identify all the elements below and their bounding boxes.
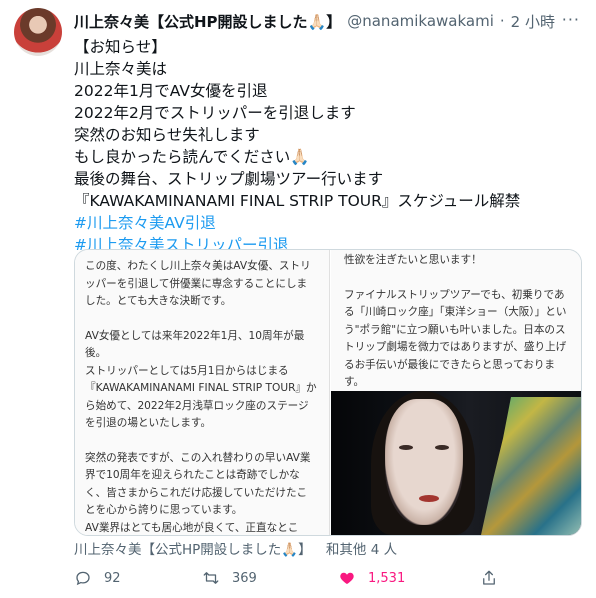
- statement-paragraph: 性欲を注ぎたいと思います！: [344, 254, 482, 266]
- statement-paragraph: 突然の発表ですが、この入れ替わりの早いAV業界で10周年を迎えられたことは奇跡で…: [85, 451, 311, 534]
- liked-by-row[interactable]: 川上奈々美【公式HP開設しました🙏🏻】 和其他 4 人: [74, 538, 397, 558]
- portrait-eye: [399, 445, 413, 450]
- iridescent-foil: [481, 397, 581, 535]
- tweet-line: もし良かったら読んでください🙏🏻: [74, 148, 310, 166]
- tweet-line: 川上奈々美は: [74, 60, 168, 78]
- tweet-line: 突然のお知らせ失礼します: [74, 126, 260, 144]
- portrait-eye: [435, 445, 449, 450]
- reply-count: 92: [104, 570, 121, 586]
- tweet-line: 最後の舞台、ストリップ劇場ツアー行います: [74, 170, 384, 188]
- media-card[interactable]: この度、わたくし川上奈々美はAV女優、ストリッパーを引退して併優業に専念すること…: [74, 249, 582, 536]
- tweet-line: 【お知らせ】: [74, 38, 167, 56]
- timestamp[interactable]: 2 小時: [511, 11, 555, 32]
- reply-icon: [76, 571, 90, 586]
- statement-paragraph: AV女優としては来年2022年1月、10周年が最後。 ストリッパーとしては5月1…: [85, 329, 317, 430]
- statement-paragraph: この度、わたくし川上奈々美はAV女優、ストリッパーを引退して併優業に専念すること…: [85, 260, 311, 307]
- tweet-line: 2022年1月でAV女優を引退: [74, 82, 268, 100]
- retweet-icon: [203, 572, 219, 584]
- display-name[interactable]: 川上奈々美【公式HP開設しました🙏🏻】: [74, 11, 341, 32]
- like-button[interactable]: 1,531: [338, 566, 405, 590]
- tweet-header: 川上奈々美【公式HP開設しました🙏🏻】 @nanamikawakami · 2 …: [74, 10, 582, 32]
- tweet-line: 『KAWAKAMINANAMI FINAL STRIP TOUR』スケジュール解…: [74, 192, 521, 210]
- portrait-lips: [419, 495, 439, 502]
- liked-by-suffix: 和其他 4 人: [325, 542, 398, 558]
- reply-button[interactable]: 92: [74, 566, 121, 590]
- share-icon: [483, 570, 495, 585]
- share-button[interactable]: [480, 566, 498, 590]
- portrait-photo[interactable]: [331, 391, 581, 535]
- like-count: 1,531: [368, 570, 406, 586]
- retweet-count: 369: [232, 570, 257, 586]
- statement-image-left[interactable]: この度、わたくし川上奈々美はAV女優、ストリッパーを引退して併優業に専念すること…: [75, 250, 330, 535]
- action-bar: 92 369 1,531: [74, 566, 584, 590]
- more-icon[interactable]: ···: [562, 10, 580, 29]
- statement-image-right[interactable]: 性欲を注ぎたいと思います！ ファイナルストリップツアーでも、初乗りである「川崎ロ…: [331, 250, 581, 535]
- separator: ·: [499, 12, 505, 30]
- handle[interactable]: @nanamikawakami: [347, 12, 494, 30]
- hashtag-link[interactable]: #川上奈々美AV引退: [74, 212, 584, 234]
- heart-icon: [340, 572, 354, 584]
- retweet-button[interactable]: 369: [202, 566, 257, 590]
- portrait-face: [385, 399, 463, 525]
- avatar[interactable]: [14, 8, 62, 56]
- tweet-line: 2022年2月でストリッパーを引退します: [74, 104, 356, 122]
- liked-by-name[interactable]: 川上奈々美【公式HP開設しました🙏🏻】: [74, 542, 312, 558]
- tweet-text: 【お知らせ】 川上奈々美は 2022年1月でAV女優を引退 2022年2月でスト…: [74, 36, 584, 256]
